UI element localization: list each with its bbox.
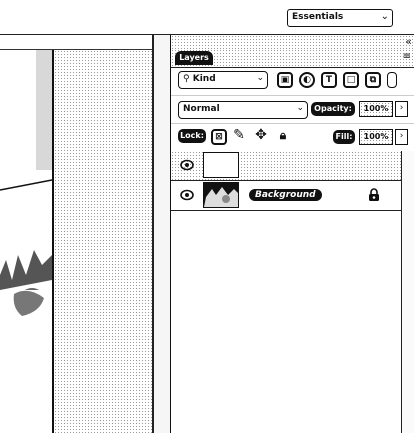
smart-object-icon[interactable]: ⧉	[365, 72, 381, 88]
shape-icon[interactable]: □	[343, 72, 359, 88]
document-tab-strip	[0, 35, 152, 50]
layer-filter-row: ⚲ Kind ⌄ ▣ ◐ T □ ⧉	[171, 67, 414, 96]
chevron-down-icon: ⌄	[380, 11, 389, 22]
opacity-label: Opacity:	[311, 102, 355, 116]
layers-panel: « Layers ≡ ⚲ Kind ⌄ ▣ ◐ T □ ⧉ Normal ⌄ O…	[170, 35, 414, 433]
chevron-down-icon: ⌄	[296, 103, 304, 113]
search-icon: ⚲	[183, 74, 190, 84]
blend-mode-select[interactable]: Normal ⌄	[178, 101, 308, 119]
filter-kind-select[interactable]: ⚲ Kind ⌄	[178, 71, 268, 89]
move-icon[interactable]: ✥	[253, 128, 269, 145]
filter-kind-label: ⚲ Kind	[183, 74, 216, 84]
panel-tab-row: Layers ≡	[171, 49, 414, 68]
brush-icon[interactable]: ✎	[231, 128, 247, 145]
canvas-pasteboard	[54, 50, 152, 433]
panel-menu-icon[interactable]: ≡	[403, 51, 411, 62]
opacity-dropdown-button[interactable]: ›	[395, 101, 408, 117]
layer-thumbnail	[203, 182, 239, 208]
layer-row[interactable]	[171, 151, 401, 181]
canvas-artwork	[0, 50, 52, 433]
chevron-down-icon: ⌄	[256, 73, 264, 83]
document-canvas[interactable]	[0, 50, 54, 433]
filter-toggle-icon[interactable]	[387, 72, 397, 88]
fill-dropdown-button[interactable]: ›	[395, 129, 408, 145]
blend-mode-value: Normal	[183, 104, 220, 114]
eye-icon[interactable]	[180, 188, 194, 202]
workspace-label: Essentials	[292, 12, 344, 22]
opacity-field[interactable]: 100%	[359, 101, 393, 117]
lock-icon	[369, 188, 379, 201]
panel-dock-gap	[154, 35, 170, 433]
type-icon[interactable]: T	[321, 72, 337, 88]
layers-scrollbar[interactable]	[401, 151, 414, 433]
workspace-switcher[interactable]: Essentials ⌄	[287, 9, 393, 27]
checker-lock-icon[interactable]: ⊠	[211, 129, 227, 145]
layer-row[interactable]: Background	[171, 181, 401, 211]
collapse-icon[interactable]: «	[405, 35, 412, 48]
application-bar: Essentials ⌄	[0, 0, 414, 35]
fill-label: Fill:	[333, 130, 355, 144]
layer-thumbnail	[203, 152, 239, 178]
lock-fill-row: Lock: ⊠ ✎ ✥ 🔒︎ Fill: 100% ›	[171, 123, 414, 152]
tab-layers[interactable]: Layers	[175, 51, 213, 65]
layer-name[interactable]: Background	[249, 189, 322, 201]
background-thumbnail-image	[204, 183, 238, 207]
blend-opacity-row: Normal ⌄ Opacity: 100% ›	[171, 95, 414, 124]
eye-icon[interactable]	[180, 158, 194, 172]
fill-field[interactable]: 100%	[359, 129, 393, 145]
padlock-icon[interactable]: 🔒︎	[275, 129, 291, 145]
lock-label: Lock:	[178, 129, 206, 143]
panel-header: «	[171, 35, 414, 49]
image-icon[interactable]: ▣	[277, 72, 293, 88]
circle-half-icon[interactable]: ◐	[299, 72, 315, 88]
